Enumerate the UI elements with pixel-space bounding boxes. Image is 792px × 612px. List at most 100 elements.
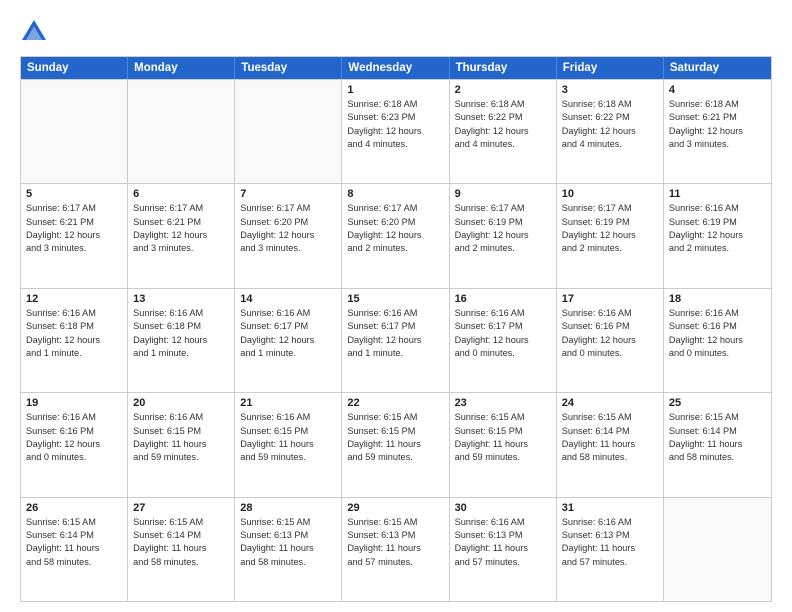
cell-line: and 59 minutes. bbox=[133, 451, 229, 464]
cell-line: Sunset: 6:19 PM bbox=[562, 216, 658, 229]
logo bbox=[20, 18, 52, 46]
header-day-friday: Friday bbox=[557, 57, 664, 79]
cell-line: Sunset: 6:16 PM bbox=[26, 425, 122, 438]
cell-line: Sunrise: 6:18 AM bbox=[347, 98, 443, 111]
cell-line: Sunset: 6:15 PM bbox=[133, 425, 229, 438]
cell-line: Sunset: 6:13 PM bbox=[347, 529, 443, 542]
day-cell-29: 29Sunrise: 6:15 AMSunset: 6:13 PMDayligh… bbox=[342, 498, 449, 601]
cell-line: Sunset: 6:14 PM bbox=[133, 529, 229, 542]
empty-cell-0-0 bbox=[21, 80, 128, 183]
cell-line: and 58 minutes. bbox=[669, 451, 766, 464]
week-row-4: 26Sunrise: 6:15 AMSunset: 6:14 PMDayligh… bbox=[21, 497, 771, 601]
day-number: 24 bbox=[562, 397, 658, 409]
cell-line: Sunset: 6:14 PM bbox=[562, 425, 658, 438]
day-cell-20: 20Sunrise: 6:16 AMSunset: 6:15 PMDayligh… bbox=[128, 393, 235, 496]
cell-line: and 2 minutes. bbox=[347, 242, 443, 255]
day-number: 9 bbox=[455, 188, 551, 200]
cell-line: Sunrise: 6:17 AM bbox=[133, 202, 229, 215]
day-cell-25: 25Sunrise: 6:15 AMSunset: 6:14 PMDayligh… bbox=[664, 393, 771, 496]
day-cell-10: 10Sunrise: 6:17 AMSunset: 6:19 PMDayligh… bbox=[557, 184, 664, 287]
day-cell-17: 17Sunrise: 6:16 AMSunset: 6:16 PMDayligh… bbox=[557, 289, 664, 392]
page: SundayMondayTuesdayWednesdayThursdayFrid… bbox=[0, 0, 792, 612]
cell-line: Sunrise: 6:16 AM bbox=[26, 307, 122, 320]
cell-line: Daylight: 12 hours bbox=[26, 334, 122, 347]
cell-line: Daylight: 12 hours bbox=[455, 229, 551, 242]
cell-line: Sunset: 6:17 PM bbox=[240, 320, 336, 333]
cell-line: Daylight: 11 hours bbox=[133, 542, 229, 555]
cell-line: Sunrise: 6:16 AM bbox=[455, 307, 551, 320]
day-cell-27: 27Sunrise: 6:15 AMSunset: 6:14 PMDayligh… bbox=[128, 498, 235, 601]
cell-line: Sunset: 6:23 PM bbox=[347, 111, 443, 124]
cell-line: Daylight: 12 hours bbox=[562, 125, 658, 138]
cell-line: Daylight: 12 hours bbox=[669, 125, 766, 138]
cell-line: Sunrise: 6:15 AM bbox=[240, 516, 336, 529]
day-number: 18 bbox=[669, 293, 766, 305]
cell-line: Sunrise: 6:17 AM bbox=[455, 202, 551, 215]
cell-line: Daylight: 12 hours bbox=[133, 229, 229, 242]
day-cell-12: 12Sunrise: 6:16 AMSunset: 6:18 PMDayligh… bbox=[21, 289, 128, 392]
cell-line: Sunset: 6:18 PM bbox=[26, 320, 122, 333]
cell-line: Sunrise: 6:18 AM bbox=[455, 98, 551, 111]
cell-line: Sunrise: 6:15 AM bbox=[347, 411, 443, 424]
cell-line: and 1 minute. bbox=[133, 347, 229, 360]
cell-line: and 57 minutes. bbox=[562, 556, 658, 569]
cell-line: Daylight: 11 hours bbox=[26, 542, 122, 555]
cell-line: Daylight: 12 hours bbox=[240, 229, 336, 242]
cell-line: and 0 minutes. bbox=[455, 347, 551, 360]
calendar-header: SundayMondayTuesdayWednesdayThursdayFrid… bbox=[21, 57, 771, 79]
header-day-wednesday: Wednesday bbox=[342, 57, 449, 79]
day-number: 6 bbox=[133, 188, 229, 200]
cell-line: and 3 minutes. bbox=[669, 138, 766, 151]
cell-line: Sunrise: 6:16 AM bbox=[26, 411, 122, 424]
day-number: 28 bbox=[240, 502, 336, 514]
empty-cell-0-2 bbox=[235, 80, 342, 183]
cell-line: Daylight: 12 hours bbox=[669, 229, 766, 242]
day-number: 19 bbox=[26, 397, 122, 409]
cell-line: and 59 minutes. bbox=[347, 451, 443, 464]
cell-line: and 0 minutes. bbox=[26, 451, 122, 464]
cell-line: Sunrise: 6:16 AM bbox=[240, 307, 336, 320]
day-number: 16 bbox=[455, 293, 551, 305]
cell-line: Daylight: 11 hours bbox=[455, 438, 551, 451]
cell-line: Daylight: 12 hours bbox=[347, 229, 443, 242]
cell-line: and 4 minutes. bbox=[455, 138, 551, 151]
day-cell-5: 5Sunrise: 6:17 AMSunset: 6:21 PMDaylight… bbox=[21, 184, 128, 287]
cell-line: Sunrise: 6:15 AM bbox=[26, 516, 122, 529]
day-number: 3 bbox=[562, 84, 658, 96]
cell-line: Sunset: 6:15 PM bbox=[240, 425, 336, 438]
day-cell-1: 1Sunrise: 6:18 AMSunset: 6:23 PMDaylight… bbox=[342, 80, 449, 183]
cell-line: Daylight: 12 hours bbox=[347, 334, 443, 347]
cell-line: Daylight: 11 hours bbox=[240, 542, 336, 555]
cell-line: Daylight: 12 hours bbox=[26, 438, 122, 451]
day-number: 7 bbox=[240, 188, 336, 200]
cell-line: Daylight: 12 hours bbox=[240, 334, 336, 347]
cell-line: Daylight: 12 hours bbox=[669, 334, 766, 347]
day-cell-7: 7Sunrise: 6:17 AMSunset: 6:20 PMDaylight… bbox=[235, 184, 342, 287]
header-day-saturday: Saturday bbox=[664, 57, 771, 79]
calendar-body: 1Sunrise: 6:18 AMSunset: 6:23 PMDaylight… bbox=[21, 79, 771, 601]
calendar: SundayMondayTuesdayWednesdayThursdayFrid… bbox=[20, 56, 772, 602]
week-row-0: 1Sunrise: 6:18 AMSunset: 6:23 PMDaylight… bbox=[21, 79, 771, 183]
cell-line: Daylight: 11 hours bbox=[669, 438, 766, 451]
day-cell-9: 9 Sunrise: 6:17 AMSunset: 6:19 PMDaylight… bbox=[450, 184, 557, 287]
header-day-thursday: Thursday bbox=[450, 57, 557, 79]
day-cell-28: 28Sunrise: 6:15 AMSunset: 6:13 PMDayligh… bbox=[235, 498, 342, 601]
cell-line: and 4 minutes. bbox=[562, 138, 658, 151]
cell-line: Sunset: 6:15 PM bbox=[455, 425, 551, 438]
cell-line: Sunset: 6:19 PM bbox=[455, 216, 551, 229]
cell-line: Sunrise: 6:18 AM bbox=[562, 98, 658, 111]
header-day-tuesday: Tuesday bbox=[235, 57, 342, 79]
cell-line: Daylight: 12 hours bbox=[455, 334, 551, 347]
cell-line: Daylight: 11 hours bbox=[562, 438, 658, 451]
cell-line: Sunrise: 6:16 AM bbox=[669, 202, 766, 215]
cell-line: Sunrise: 6:15 AM bbox=[347, 516, 443, 529]
week-row-1: 5Sunrise: 6:17 AMSunset: 6:21 PMDaylight… bbox=[21, 183, 771, 287]
cell-line: Daylight: 12 hours bbox=[562, 334, 658, 347]
cell-line: Sunrise: 6:16 AM bbox=[562, 516, 658, 529]
cell-line: Sunrise: 6:16 AM bbox=[347, 307, 443, 320]
cell-line: Sunrise: 6:17 AM bbox=[347, 202, 443, 215]
day-number: 26 bbox=[26, 502, 122, 514]
cell-line: Sunset: 6:18 PM bbox=[133, 320, 229, 333]
header bbox=[20, 18, 772, 46]
header-day-monday: Monday bbox=[128, 57, 235, 79]
